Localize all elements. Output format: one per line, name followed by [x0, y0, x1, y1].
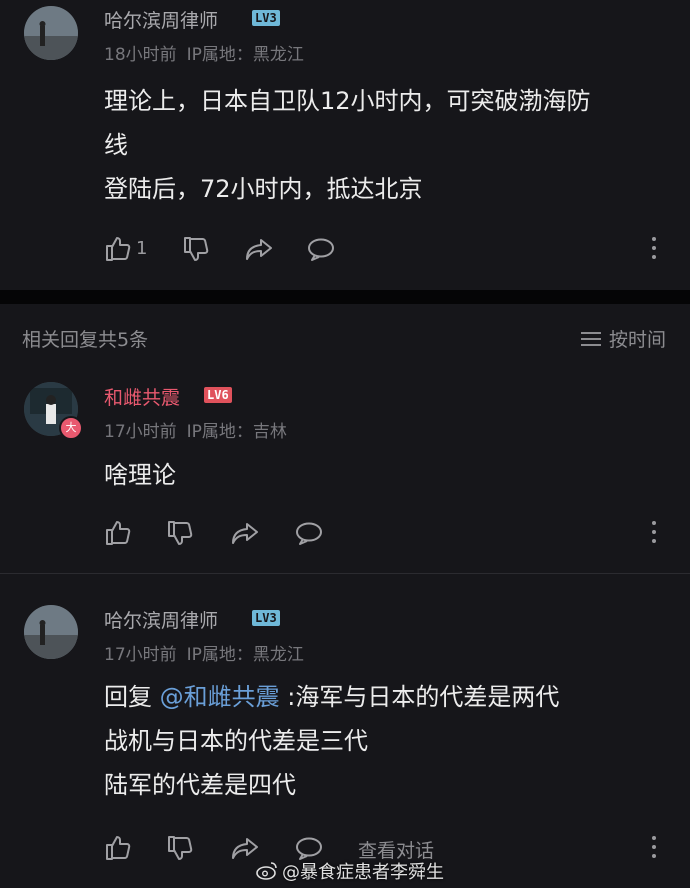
- comment-meta: 18小时前 IP属地：黑龙江: [104, 40, 314, 65]
- thumbs-up-icon: [106, 237, 131, 261]
- dislike-button[interactable]: [166, 518, 196, 548]
- comment-button[interactable]: [294, 518, 324, 548]
- thumbs-up-icon: [106, 521, 131, 545]
- verified-badge: 大: [59, 416, 83, 440]
- like-count: 1: [136, 238, 148, 259]
- sort-label: 按时间: [608, 329, 666, 351]
- ip-location: IP属地：吉林: [186, 422, 287, 442]
- sort-button[interactable]: 按时间: [580, 325, 666, 352]
- username[interactable]: 哈尔滨周律师: [104, 6, 218, 33]
- thumbs-up-icon: [106, 836, 131, 860]
- share-arrow-icon: [232, 523, 258, 544]
- action-bar: 1: [104, 234, 684, 264]
- thumbs-down-icon: [168, 836, 193, 860]
- comment-text: 啥理论: [104, 453, 176, 497]
- comment-line-rest: :海军与日本的代差是两代: [287, 683, 560, 711]
- reply-separator: [0, 573, 690, 574]
- replies-count: 相关回复共5条: [22, 329, 149, 351]
- avatar[interactable]: [24, 6, 78, 60]
- weibo-icon: [256, 862, 277, 880]
- comment-text: 理论上，日本自卫队12小时内，可突破渤海防 线 登陆后，72小时内，抵达北京: [104, 79, 591, 211]
- level-badge: LV6: [204, 387, 232, 403]
- sort-lines-icon: [580, 331, 601, 346]
- action-bar: [104, 518, 684, 548]
- timestamp: 17小时前: [104, 645, 177, 665]
- like-button[interactable]: [104, 518, 134, 548]
- dislike-button[interactable]: [166, 833, 196, 863]
- dislike-button[interactable]: [182, 234, 212, 264]
- timestamp: 18小时前: [104, 45, 177, 65]
- more-vertical-icon[interactable]: [651, 836, 657, 862]
- mention-link[interactable]: @和雌共震: [160, 683, 280, 711]
- comment-line: 线: [104, 131, 128, 159]
- thumbs-down-icon: [184, 237, 209, 261]
- comment-bubble-icon: [296, 522, 322, 545]
- username[interactable]: 和雌共震: [104, 383, 180, 410]
- share-button[interactable]: [244, 234, 274, 264]
- section-divider: [0, 290, 690, 304]
- comment-line: 战机与日本的代差是三代: [104, 727, 368, 755]
- timestamp: 17小时前: [104, 422, 177, 442]
- comment-line: 回复 @和雌共震 :海军与日本的代差是两代: [104, 675, 559, 719]
- watermark-text: @暴食症患者李舜生: [282, 862, 444, 883]
- like-button[interactable]: [104, 234, 134, 264]
- comment-line: 陆军的代差是四代: [104, 771, 296, 799]
- ip-location: IP属地：黑龙江: [186, 45, 304, 65]
- reply-prefix: 回复: [104, 683, 152, 711]
- more-vertical-icon[interactable]: [651, 521, 657, 547]
- comment-line: 理论上，日本自卫队12小时内，可突破渤海防: [104, 87, 591, 115]
- comment-line: 啥理论: [104, 461, 176, 489]
- comment-text: 回复 @和雌共震 :海军与日本的代差是两代 战机与日本的代差是三代 陆军的代差是…: [104, 675, 559, 807]
- like-button[interactable]: [104, 833, 134, 863]
- level-badge: LV3: [252, 10, 280, 26]
- comment-meta: 17小时前 IP属地：黑龙江: [104, 640, 314, 665]
- username[interactable]: 哈尔滨周律师: [104, 606, 218, 633]
- share-button[interactable]: [230, 518, 260, 548]
- watermark: @暴食症患者李舜生: [256, 858, 444, 884]
- avatar[interactable]: [24, 605, 78, 659]
- ip-location: IP属地：黑龙江: [186, 645, 304, 665]
- comment-button[interactable]: [306, 234, 336, 264]
- comment-meta: 17小时前 IP属地：吉林: [104, 417, 297, 442]
- comment-bubble-icon: [308, 238, 334, 261]
- level-badge: LV3: [252, 610, 280, 626]
- comment-line: 登陆后，72小时内，抵达北京: [104, 175, 423, 203]
- share-arrow-icon: [246, 239, 272, 260]
- thumbs-down-icon: [168, 521, 193, 545]
- more-vertical-icon[interactable]: [651, 237, 657, 263]
